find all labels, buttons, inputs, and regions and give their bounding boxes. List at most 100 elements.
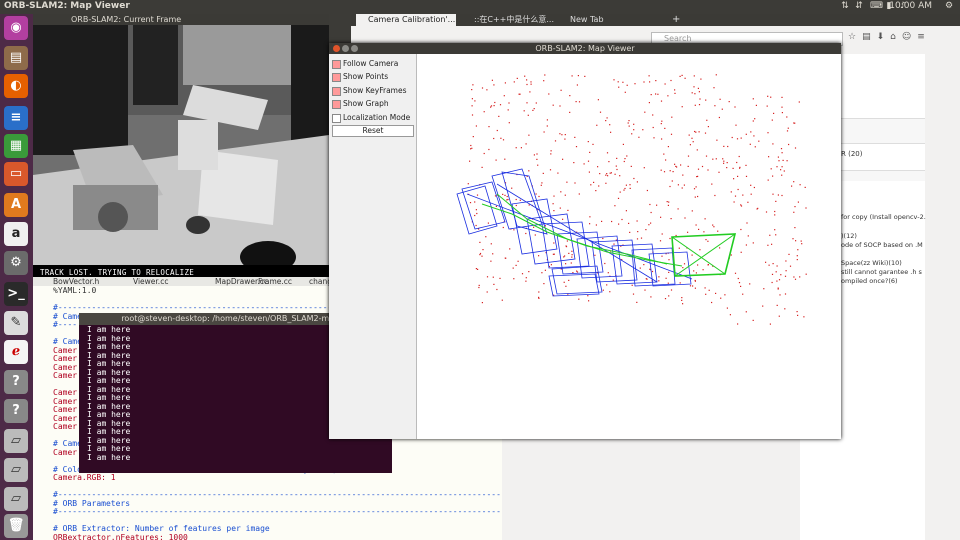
drive-icon[interactable]: ▱ xyxy=(4,429,28,453)
map-point xyxy=(474,214,476,217)
maximize-icon[interactable] xyxy=(351,45,358,52)
map-point xyxy=(671,180,673,182)
clock[interactable]: 10:00 AM xyxy=(889,1,932,11)
map-point xyxy=(699,98,701,100)
map-point xyxy=(740,285,742,287)
map-point xyxy=(493,105,495,107)
map-point xyxy=(482,249,484,251)
tab-new-tab[interactable]: New Tab xyxy=(566,14,666,26)
keyboard-icon[interactable]: ⌨ xyxy=(870,2,883,11)
new-tab-plus-icon[interactable]: + xyxy=(672,14,684,26)
map-point xyxy=(525,232,527,235)
map-point xyxy=(772,263,774,265)
tab-camera-calibration[interactable]: Camera Calibration'... xyxy=(356,14,456,26)
drive-icon[interactable]: ▱ xyxy=(4,458,28,482)
map-point xyxy=(691,254,693,256)
sidebar-link[interactable]: still cannot garantee .h s xyxy=(841,268,922,276)
impress-icon[interactable]: ▭ xyxy=(4,162,28,186)
map-point xyxy=(773,112,775,114)
show-graph-checkbox[interactable]: Show Graph xyxy=(332,98,389,110)
map-point xyxy=(648,75,650,77)
power-icon[interactable]: ⚙ xyxy=(944,2,954,11)
sidebar-link[interactable]: for copy (Install opencv-2. xyxy=(841,213,926,221)
sidebar-link[interactable]: ode of SOCP based on .M xyxy=(841,241,923,249)
map-point xyxy=(701,165,704,168)
sidebar-link[interactable]: ompiled once?(6) xyxy=(841,277,898,285)
software-center-icon[interactable]: A xyxy=(4,193,28,217)
map-point xyxy=(542,172,544,174)
editor-icon[interactable]: ✎ xyxy=(4,311,28,335)
map-point xyxy=(669,237,671,240)
show-points-checkbox[interactable]: Show Points xyxy=(332,71,388,83)
map-point xyxy=(682,267,684,269)
map-point xyxy=(698,131,700,133)
map-point xyxy=(543,283,545,285)
amazon-icon[interactable]: a xyxy=(4,222,28,246)
map-point xyxy=(769,323,771,325)
unknown-icon[interactable]: ? xyxy=(4,370,28,394)
camera-scene xyxy=(33,25,329,277)
map-point xyxy=(675,234,677,237)
map-point xyxy=(659,240,662,242)
ubuntu-icon[interactable]: ◉ xyxy=(4,16,28,40)
dropbox-icon[interactable]: ⇅ xyxy=(840,2,850,11)
minimize-icon[interactable] xyxy=(342,45,349,52)
unknown-icon[interactable]: ? xyxy=(4,399,28,423)
map-point xyxy=(652,126,654,129)
firefox-icon[interactable]: ◐ xyxy=(4,74,28,98)
drive-icon[interactable]: ▱ xyxy=(4,487,28,511)
map-point xyxy=(602,237,604,240)
map-point xyxy=(749,283,751,285)
map-point xyxy=(696,176,698,178)
follow-camera-checkbox[interactable]: Follow Camera xyxy=(332,58,398,70)
network-icon[interactable]: ⇵ xyxy=(854,2,864,11)
hand-icon[interactable]: ℯ xyxy=(4,340,28,364)
calc-icon[interactable]: ▦ xyxy=(4,134,28,158)
map-point xyxy=(694,130,696,133)
map-point xyxy=(650,94,652,96)
map-point xyxy=(567,209,569,211)
writer-icon[interactable]: ≡ xyxy=(4,106,28,130)
trash-icon[interactable]: 🗑 xyxy=(4,514,28,538)
localization-mode-checkbox[interactable]: Localization Mode xyxy=(332,112,410,124)
settings-icon[interactable]: ⚙ xyxy=(4,251,28,275)
map-point xyxy=(615,165,617,167)
close-icon[interactable] xyxy=(333,45,340,52)
files-icon[interactable]: ▤ xyxy=(4,46,28,70)
map-point xyxy=(718,116,720,119)
editor-tab[interactable]: BowVector.h xyxy=(53,277,99,286)
tab-label: ::在C++中是什么意... xyxy=(474,15,555,24)
sidebar-link[interactable]: R (20) xyxy=(841,150,862,158)
map-3d-view[interactable] xyxy=(417,54,841,439)
map-point xyxy=(621,218,623,221)
reset-button[interactable]: Reset xyxy=(332,125,414,137)
map-point xyxy=(565,263,567,265)
map-point xyxy=(658,280,660,282)
map-point xyxy=(777,194,779,196)
map-point xyxy=(737,277,739,280)
map-point xyxy=(560,89,562,91)
map-point xyxy=(583,163,585,165)
map-point xyxy=(763,288,765,290)
map-canvas[interactable] xyxy=(417,54,841,439)
map-point xyxy=(777,156,779,158)
option-label: Show Points xyxy=(343,72,389,81)
map-point xyxy=(495,205,497,207)
browser-toolbar-icons[interactable]: ☆▤⬇⌂☺≡ xyxy=(848,32,958,44)
map-point xyxy=(781,166,783,168)
map-point xyxy=(752,120,754,122)
map-point xyxy=(766,105,768,107)
sidebar-link[interactable]: Space(zz Wiki)(10) xyxy=(841,259,902,267)
map-point xyxy=(663,171,666,173)
map-point xyxy=(667,146,669,148)
editor-tab[interactable]: Frame.cc xyxy=(258,277,292,286)
terminal-icon[interactable]: >_ xyxy=(4,282,28,306)
map-point xyxy=(669,170,671,172)
editor-tab[interactable]: Viewer.cc xyxy=(133,277,168,286)
top-panel: ORB-SLAM2: Map Viewer ⇅ ⇵ ⌨ ▮ ♪ 10:00 AM… xyxy=(0,0,960,14)
map-point xyxy=(557,172,559,174)
map-point xyxy=(578,101,581,103)
sidebar-link[interactable]: )(12) xyxy=(841,232,857,240)
show-keyframes-checkbox[interactable]: Show KeyFrames xyxy=(332,85,407,97)
tab-cpp-question[interactable]: ::在C++中是什么意... xyxy=(462,14,560,26)
